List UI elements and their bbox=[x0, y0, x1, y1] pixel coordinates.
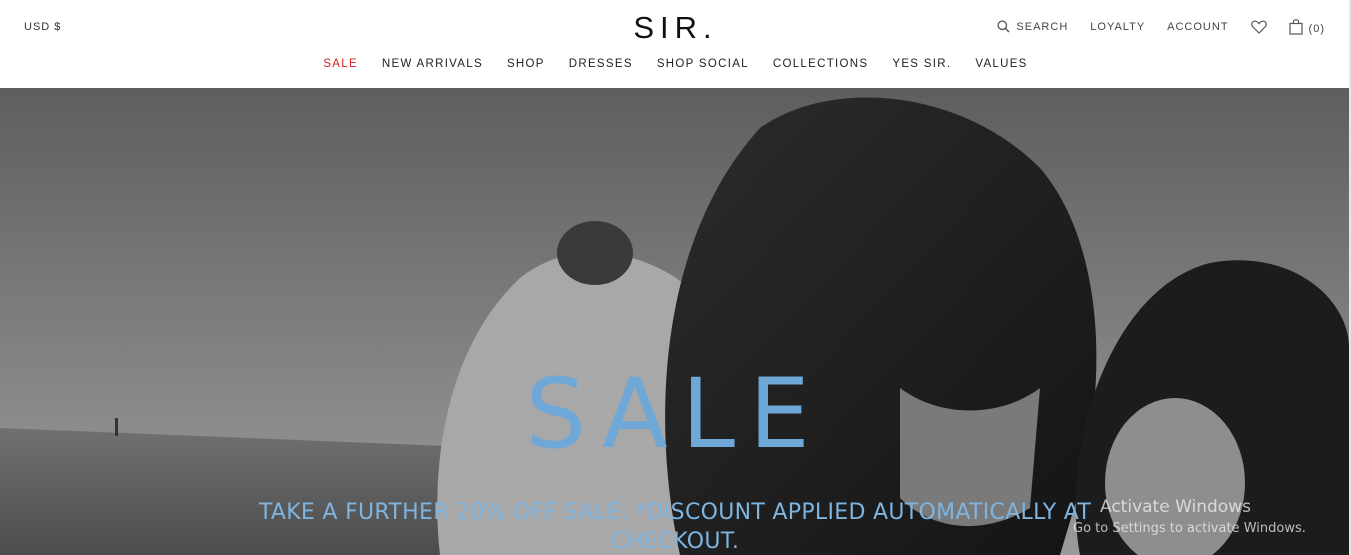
site-header: USD $ SIR. SEARCH LOYALTY ACCOUNT (0) SA… bbox=[0, 0, 1351, 88]
wishlist-button[interactable] bbox=[1250, 20, 1267, 34]
nav-item-sale[interactable]: SALE bbox=[323, 58, 358, 70]
cart-button[interactable]: (0) bbox=[1288, 18, 1325, 35]
nav-item-collections[interactable]: COLLECTIONS bbox=[773, 58, 868, 70]
nav-item-dresses[interactable]: DRESSES bbox=[569, 58, 633, 70]
account-link[interactable]: ACCOUNT bbox=[1167, 21, 1228, 33]
nav-item-shop[interactable]: SHOP bbox=[507, 58, 545, 70]
nav-item-shop-social[interactable]: SHOP SOCIAL bbox=[657, 58, 749, 70]
hero-image bbox=[0, 88, 1349, 555]
watermark-title: Activate Windows bbox=[1100, 497, 1251, 517]
windows-activation-watermark: Activate Windows Go to Settings to activ… bbox=[1073, 497, 1306, 536]
bag-icon bbox=[1288, 18, 1303, 35]
search-label: SEARCH bbox=[1016, 20, 1069, 33]
hero-subtitle: TAKE A FURTHER 20% OFF SALE. *DISCOUNT A… bbox=[258, 500, 1092, 554]
main-nav: SALE NEW ARRIVALS SHOP DRESSES SHOP SOCI… bbox=[0, 58, 1351, 70]
utility-nav: SEARCH LOYALTY ACCOUNT (0) bbox=[997, 18, 1325, 35]
search-icon bbox=[997, 20, 1010, 33]
watermark-subtitle: Go to Settings to activate Windows. bbox=[1073, 521, 1306, 536]
hero-banner[interactable]: SALE TAKE A FURTHER 20% OFF SALE. *DISCO… bbox=[0, 88, 1349, 555]
search-button[interactable]: SEARCH bbox=[997, 20, 1068, 33]
heart-icon bbox=[1250, 20, 1267, 34]
hero-title: SALE bbox=[525, 358, 824, 470]
nav-item-values[interactable]: VALUES bbox=[975, 58, 1027, 70]
loyalty-link[interactable]: LOYALTY bbox=[1090, 21, 1145, 33]
nav-item-yes-sir[interactable]: YES SIR. bbox=[892, 58, 951, 70]
nav-item-new-arrivals[interactable]: NEW ARRIVALS bbox=[382, 58, 483, 70]
cart-count: (0) bbox=[1308, 23, 1325, 35]
